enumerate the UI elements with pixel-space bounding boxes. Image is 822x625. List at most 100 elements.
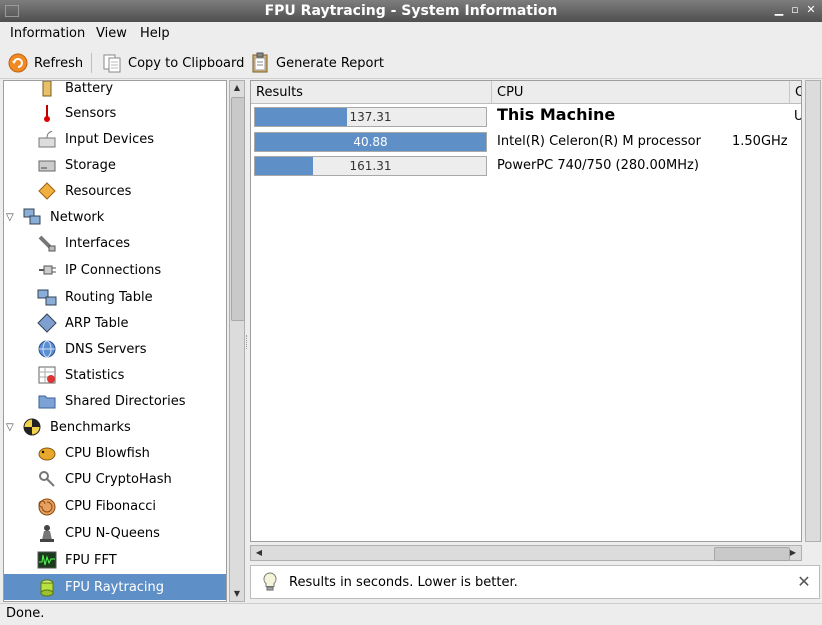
status-text: Done. [6, 606, 45, 621]
tree-item-fpu-fft[interactable]: FPU FFT [4, 547, 226, 573]
pane-splitter[interactable] [246, 335, 249, 349]
tree-item-label: CPU Fibonacci [65, 498, 157, 514]
fft-icon [37, 551, 57, 569]
tree-item-fpu-raytracing[interactable]: FPU Raytracing [4, 574, 226, 600]
tree-item-storage[interactable]: Storage [4, 152, 226, 178]
expander-arrow-icon[interactable]: ▽ [6, 212, 14, 223]
refresh-button[interactable]: Refresh [8, 51, 83, 75]
scroll-right-arrow[interactable]: ▶ [787, 547, 799, 559]
copy-button[interactable]: Copy to Clipboard [102, 51, 244, 75]
tree-item-arp-table[interactable]: ARP Table [4, 310, 226, 336]
menu-help[interactable]: Help [140, 26, 170, 41]
copy-icon [103, 54, 121, 73]
keys-icon [39, 471, 55, 487]
routing-icon [37, 289, 57, 306]
cpu-name: This Machine [497, 105, 616, 124]
tree-item-label: CPU N-Queens [65, 525, 160, 541]
tree-item-input-devices[interactable]: Input Devices [4, 126, 226, 152]
tree-item-label: Benchmarks [50, 419, 131, 435]
scroll-up-arrow[interactable]: ▲ [231, 82, 243, 94]
scroll-left-arrow[interactable]: ◀ [253, 547, 265, 559]
result-bar: 40.88 [254, 132, 487, 152]
column-header-clock[interactable]: C [790, 81, 801, 104]
thermometer-icon [44, 105, 50, 122]
tree-item-shared-directories[interactable]: Shared Directories [4, 388, 226, 414]
result-value: 161.31 [349, 159, 392, 173]
tree-item-label: Storage [65, 157, 116, 173]
network-cable-icon [38, 235, 56, 252]
column-header-cpu[interactable]: CPU [492, 81, 790, 104]
tree-item-routing-table[interactable]: Routing Table [4, 284, 226, 310]
tree-item-interfaces[interactable]: Interfaces [4, 230, 226, 256]
menu-view[interactable]: View [96, 26, 127, 41]
tree-item-label: CPU Blowfish [65, 445, 150, 461]
lightbulb-icon [263, 572, 277, 591]
tree-item-label: Statistics [65, 367, 125, 383]
title-bar: FPU Raytracing - System Information ▁ ▫ … [0, 0, 822, 22]
harddisk-icon [38, 160, 56, 172]
info-message: Results in seconds. Lower is better. [289, 574, 518, 590]
blowfish-icon [38, 447, 56, 461]
tree-item-cpu-cryptohash[interactable]: CPU CryptoHash [4, 466, 226, 492]
status-bar: Done. [0, 603, 822, 625]
tree-item-dns-servers[interactable]: DNS Servers [4, 336, 226, 362]
window-title: FPU Raytracing - System Information [264, 3, 558, 19]
statistics-icon [38, 366, 56, 384]
cpu-name: PowerPC 740/750 (280.00MHz) [497, 158, 699, 173]
results-horizontal-scrollbar[interactable]: ◀ ▶ [250, 545, 802, 561]
tree-item-label: Routing Table [65, 289, 153, 305]
minimize-button[interactable]: ▁ [772, 3, 786, 17]
cpu-clock: U [794, 109, 801, 124]
tree-item-label: Network [50, 209, 105, 225]
menu-information[interactable]: Information [10, 26, 85, 41]
toolbar: Refresh Copy to Clipboard Generate Repor… [0, 47, 822, 79]
tree-item-label: IP Connections [65, 262, 162, 278]
tree-item-sensors[interactable]: Sensors [4, 100, 226, 126]
column-header-results[interactable]: Results [251, 81, 492, 104]
raytracing-icon [40, 579, 54, 597]
generate-report-button[interactable]: Generate Report [250, 51, 384, 75]
tree-item-label: FPU FFT [65, 552, 117, 568]
result-value: 40.88 [353, 135, 388, 149]
tree-scrollbar[interactable]: ▲ ▼ [229, 80, 245, 602]
copy-label: Copy to Clipboard [128, 55, 245, 71]
tree-item-label: DNS Servers [65, 341, 147, 357]
result-value: 137.31 [349, 110, 392, 124]
tree-item-cpu-n-queens[interactable]: CPU N-Queens [4, 520, 226, 546]
tree-item-resources[interactable]: Resources [4, 178, 226, 204]
tree-scrollbar-thumb[interactable] [231, 97, 245, 321]
close-window-button[interactable]: ✕ [804, 3, 818, 17]
toolbar-separator [91, 53, 92, 73]
horizontal-scrollbar-thumb[interactable] [714, 547, 790, 561]
expander-arrow-icon[interactable]: ▽ [6, 422, 14, 433]
scroll-down-arrow[interactable]: ▼ [231, 588, 243, 600]
cpu-name: Intel(R) Celeron(R) M processor [497, 134, 701, 149]
tree-item-network[interactable]: ▽ Network [4, 204, 226, 230]
tree-item-statistics[interactable]: Statistics [4, 362, 226, 388]
network-icon [23, 208, 41, 225]
arp-icon [37, 313, 57, 333]
tree-item-label: Interfaces [65, 235, 130, 251]
close-info-icon[interactable]: ✕ [797, 574, 811, 590]
tree-item-ip-connections[interactable]: IP Connections [4, 257, 226, 283]
result-bar: 161.31 [254, 156, 487, 176]
tree-item-label: Input Devices [65, 131, 155, 147]
tree-item-battery[interactable]: Battery [4, 80, 226, 101]
tree-item-label: ARP Table [65, 315, 129, 331]
tree-item-label: Battery [65, 80, 114, 96]
results-vertical-scrollbar[interactable] [805, 80, 821, 542]
tree-item-benchmarks[interactable]: ▽ Benchmarks [4, 414, 226, 440]
result-bar: 137.31 [254, 107, 487, 127]
maximize-button[interactable]: ▫ [788, 3, 802, 17]
tree-item-cpu-fibonacci[interactable]: CPU Fibonacci [4, 493, 226, 519]
tree-item-label: Resources [65, 183, 132, 199]
clipboard-icon [252, 52, 268, 73]
category-tree[interactable]: Battery Sensors Input Devices Storage Resour… [3, 80, 227, 602]
folder-icon [38, 395, 56, 409]
cpu-clock: 1.50GHz [732, 134, 788, 149]
results-table: Results CPU C 137.31 This Machine U 40.88 In… [250, 80, 802, 542]
tree-item-label: Sensors [65, 105, 117, 121]
tree-item-cpu-blowfish[interactable]: CPU Blowfish [4, 440, 226, 466]
benchmark-icon [23, 418, 41, 436]
refresh-icon [8, 53, 28, 73]
